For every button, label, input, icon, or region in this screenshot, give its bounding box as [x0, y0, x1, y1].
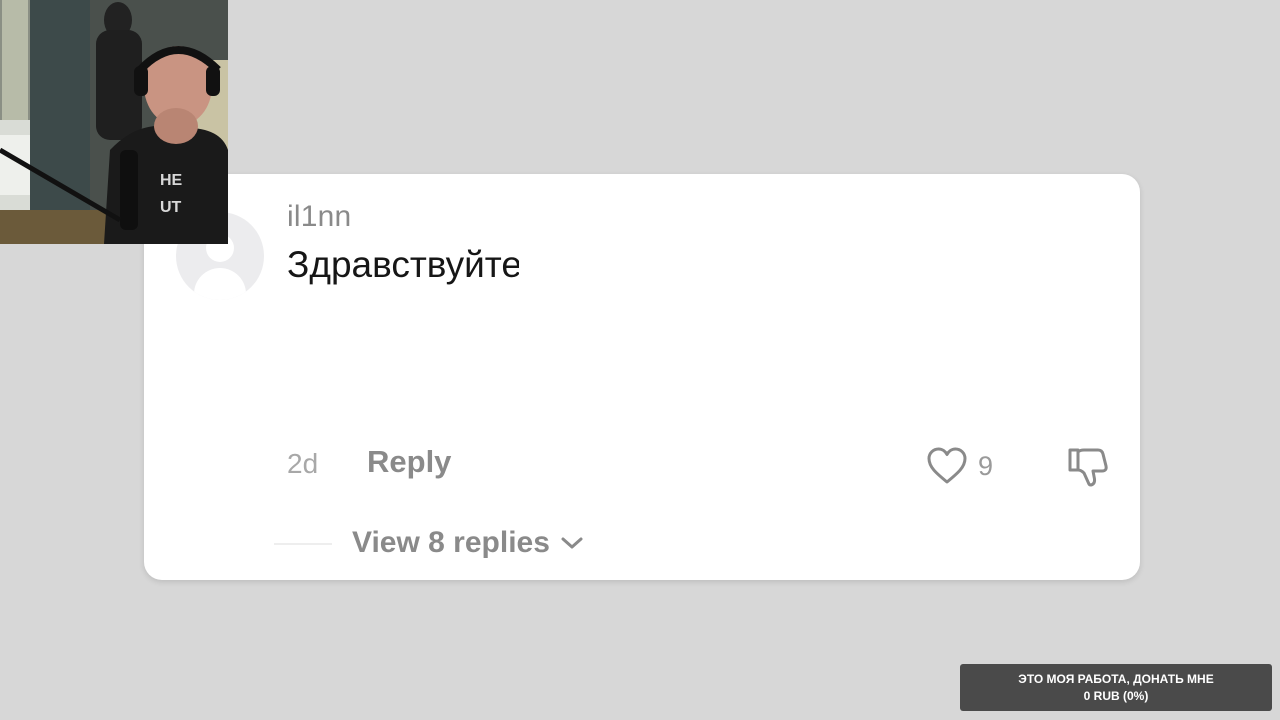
view-replies-label: View 8 replies — [352, 526, 550, 559]
stream-frame: HE UT il1nn Здравствуйте 2d Reply 9 View… — [0, 0, 1280, 720]
avatar-shoulders-shape — [194, 268, 246, 300]
dislike-button[interactable] — [1066, 446, 1110, 493]
svg-text:UT: UT — [160, 199, 182, 216]
heart-outline-icon — [927, 447, 967, 484]
like-count: 9 — [978, 450, 994, 481]
comment-text: Здравствуйте — [287, 244, 519, 285]
donation-goal-text: ЭТО МОЯ РАБОТА, ДОНАТЬ МНЕ — [1018, 671, 1214, 686]
like-button[interactable]: 9 — [926, 446, 993, 486]
donation-amount-text: 0 RUB (0%) — [1083, 688, 1149, 703]
reply-button[interactable]: Reply — [367, 444, 451, 480]
thumbs-down-outline-icon — [1068, 448, 1108, 487]
webcam-overlay: HE UT — [0, 0, 228, 244]
svg-text:HE: HE — [160, 172, 183, 189]
replies-divider — [274, 543, 332, 545]
webcam-video-frame: HE UT — [0, 0, 228, 244]
donation-banner[interactable]: ЭТО МОЯ РАБОТА, ДОНАТЬ МНЕ 0 RUB (0%) — [960, 664, 1272, 711]
chevron-down-icon — [561, 537, 583, 549]
comment-username[interactable]: il1nn — [287, 200, 351, 234]
comment-timestamp: 2d — [287, 448, 319, 479]
comment-card: il1nn Здравствуйте 2d Reply 9 View 8 rep… — [144, 174, 1140, 580]
view-replies-button[interactable]: View 8 replies — [352, 526, 584, 560]
